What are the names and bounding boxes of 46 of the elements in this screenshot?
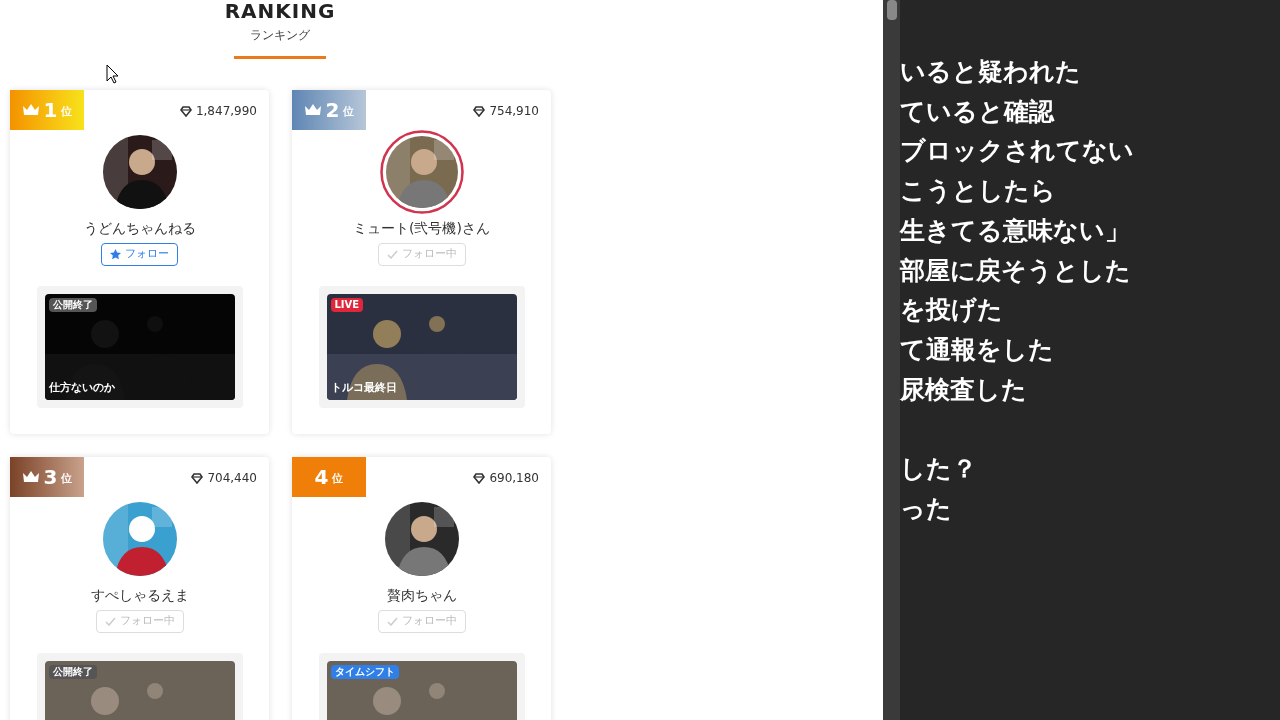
user-name: 贅肉ちゃん <box>386 586 457 605</box>
point-count: 704,440 <box>207 470 257 487</box>
status-tag: タイムシフト <box>330 665 399 679</box>
user-name: ミュート(弐号機)さん <box>353 219 490 238</box>
follow-button[interactable]: フォロー <box>101 243 178 266</box>
text-line: 尿検査した <box>900 373 1028 406</box>
text-line: を投げた <box>900 294 1004 327</box>
rank-number: 3 <box>43 464 58 491</box>
check-icon <box>104 617 116 626</box>
point-count: 754,910 <box>489 103 539 120</box>
rank-number: 2 <box>325 97 340 124</box>
section-title: RANKING <box>224 0 336 22</box>
text-line: て通報をした <box>900 333 1055 366</box>
point-count: 690,180 <box>489 470 539 487</box>
user-name: すぺしゃるえま <box>90 586 189 605</box>
rank-unit: 位 <box>61 103 73 120</box>
user-name: うどんちゃんねる <box>83 219 196 238</box>
text-line: いると疑われた <box>900 56 1082 88</box>
rank-number: 4 <box>314 464 329 491</box>
rank-unit: 位 <box>343 103 355 120</box>
scrollbar[interactable] <box>883 0 900 720</box>
text-line: った <box>900 492 953 525</box>
diamond-icon <box>473 105 486 117</box>
rank-unit: 位 <box>61 470 73 487</box>
video-title: トルコ最終日 <box>330 379 397 396</box>
star-icon <box>110 249 121 260</box>
status-tag: 公開終了 <box>48 665 97 679</box>
status-tag: 公開終了 <box>48 298 97 312</box>
text-line: ブロックされてない <box>900 135 1135 168</box>
video-title: 仕方ないのか <box>48 379 115 396</box>
text-line: 生きてる意味ない」 <box>900 214 1131 247</box>
point-count: 1,847,990 <box>195 103 257 120</box>
diamond-icon <box>179 105 192 117</box>
diamond-icon <box>191 472 204 484</box>
cursor-icon <box>106 64 120 84</box>
check-icon <box>386 617 398 626</box>
diamond-icon <box>473 472 486 484</box>
text-line: 部屋に戻そうとした <box>900 254 1132 287</box>
text-line: こうとしたら <box>900 175 1057 208</box>
text-line: ていると確認 <box>900 95 1056 128</box>
text-line: した？ <box>900 453 978 485</box>
rank-unit: 位 <box>332 470 344 487</box>
status-tag: LIVE <box>330 298 364 312</box>
rank-number: 1 <box>43 97 58 124</box>
check-icon <box>386 250 398 259</box>
section-subtitle: ランキング <box>250 27 310 44</box>
